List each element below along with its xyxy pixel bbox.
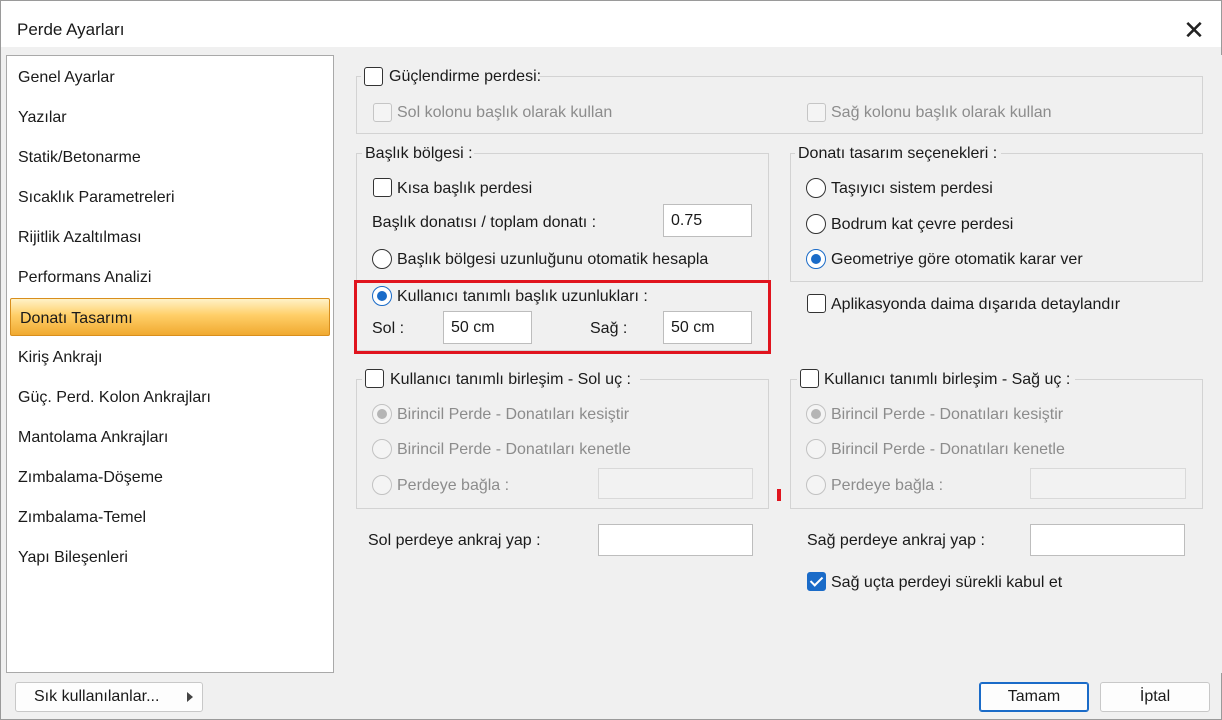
- carrier-system-label: Taşıyıcı sistem perdesi: [831, 180, 993, 197]
- short-header-checkbox[interactable]: [373, 178, 392, 197]
- right-column-header-label: Sağ kolonu başlık olarak kullan: [831, 104, 1052, 121]
- highlight-box: [354, 280, 771, 354]
- continuous-wall-label: Sağ uçta perdeyi sürekli kabul et: [831, 574, 1063, 591]
- nav-item-yazilar[interactable]: Yazılar: [7, 98, 333, 136]
- left-connect-input[interactable]: [598, 468, 753, 499]
- favorites-label: Sık kullanılanlar...: [34, 688, 160, 705]
- strengthening-label: Güçlendirme perdesi:: [389, 68, 542, 85]
- nav-item-genel-ayarlar[interactable]: Genel Ayarlar: [7, 58, 333, 96]
- right-joint-label: Kullanıcı tanımlı birleşim - Sağ uç :: [824, 371, 1071, 388]
- header-region-title: Başlık bölgesi :: [365, 145, 473, 162]
- chevron-right-icon: [187, 692, 193, 702]
- left-interlock-label: Birincil Perde - Donatıları kenetle: [397, 441, 631, 458]
- ok-button[interactable]: Tamam: [979, 682, 1089, 712]
- right-interlock-radio[interactable]: [806, 439, 826, 459]
- nav-item-sicaklik-parametreleri[interactable]: Sıcaklık Parametreleri: [7, 178, 333, 216]
- strengthening-checkbox[interactable]: [364, 67, 383, 86]
- header-ratio-input[interactable]: 0.75: [663, 204, 752, 237]
- right-connect-label: Perdeye bağla :: [831, 477, 944, 494]
- perde-ayarlari-dialog: Perde Ayarları ✕ Genel Ayarlar Yazılar S…: [0, 0, 1222, 720]
- right-intersect-radio[interactable]: [806, 404, 826, 424]
- nav-item-kiris-ankraji[interactable]: Kiriş Ankrajı: [7, 338, 333, 376]
- left-anchor-input[interactable]: [598, 524, 753, 556]
- favorites-button[interactable]: Sık kullanılanlar...: [15, 682, 203, 712]
- window-title: Perde Ayarları: [17, 20, 125, 39]
- always-outside-label: Aplikasyonda daima dışarıda detaylandır: [831, 296, 1121, 313]
- basement-wall-radio[interactable]: [806, 214, 826, 234]
- always-outside-checkbox[interactable]: [807, 294, 826, 313]
- left-column-header-checkbox[interactable]: [373, 103, 392, 122]
- right-interlock-label: Birincil Perde - Donatıları kenetle: [831, 441, 1065, 458]
- nav-item-performans-analizi[interactable]: Performans Analizi: [7, 258, 333, 296]
- design-options-title: Donatı tasarım seçenekleri :: [798, 145, 998, 162]
- left-column-header-label: Sol kolonu başlık olarak kullan: [397, 104, 613, 121]
- right-connect-radio[interactable]: [806, 475, 826, 495]
- nav-item-statik-betonarme[interactable]: Statik/Betonarme: [7, 138, 333, 176]
- auto-geometry-label: Geometriye göre otomatik karar ver: [831, 251, 1083, 268]
- left-interlock-radio[interactable]: [372, 439, 392, 459]
- left-intersect-radio[interactable]: [372, 404, 392, 424]
- right-joint-checkbox[interactable]: [800, 369, 819, 388]
- nav-item-rijitlik-azaltilmasi[interactable]: Rijitlik Azaltılması: [7, 218, 333, 256]
- left-intersect-label: Birincil Perde - Donatıları kesiştir: [397, 406, 630, 423]
- right-column-header-checkbox[interactable]: [807, 103, 826, 122]
- settings-nav: Genel Ayarlar Yazılar Statik/Betonarme S…: [6, 55, 334, 673]
- short-header-label: Kısa başlık perdesi: [397, 180, 533, 197]
- nav-item-donati-tasarimi[interactable]: Donatı Tasarımı: [10, 298, 330, 336]
- right-anchor-input[interactable]: [1030, 524, 1185, 556]
- carrier-system-radio[interactable]: [806, 178, 826, 198]
- left-connect-label: Perdeye bağla :: [397, 477, 510, 494]
- nav-item-zimbalama-temel[interactable]: Zımbalama-Temel: [7, 498, 333, 536]
- right-anchor-label: Sağ perdeye ankraj yap :: [807, 532, 985, 549]
- close-icon[interactable]: ✕: [1177, 15, 1211, 47]
- right-intersect-label: Birincil Perde - Donatıları kesiştir: [831, 406, 1064, 423]
- auto-geometry-radio[interactable]: [806, 249, 826, 269]
- continuous-wall-checkbox[interactable]: [807, 572, 826, 591]
- nav-item-mantolama-ankrajlari[interactable]: Mantolama Ankrajları: [7, 418, 333, 456]
- auto-length-radio[interactable]: [372, 249, 392, 269]
- red-marker: [777, 489, 781, 501]
- left-joint-checkbox[interactable]: [365, 369, 384, 388]
- left-joint-label: Kullanıcı tanımlı birleşim - Sol uç :: [390, 371, 631, 388]
- cancel-button[interactable]: İptal: [1100, 682, 1210, 712]
- left-anchor-label: Sol perdeye ankraj yap :: [368, 532, 541, 549]
- basement-wall-label: Bodrum kat çevre perdesi: [831, 216, 1014, 233]
- title-bar: Perde Ayarları ✕: [1, 1, 1221, 47]
- header-ratio-label: Başlık donatısı / toplam donatı :: [372, 214, 597, 231]
- nav-item-yapi-bilesenleri[interactable]: Yapı Bileşenleri: [7, 538, 333, 576]
- left-connect-radio[interactable]: [372, 475, 392, 495]
- nav-item-zimbalama-doseme[interactable]: Zımbalama-Döşeme: [7, 458, 333, 496]
- nav-item-guc-perd-kolon-ankrajlari[interactable]: Güç. Perd. Kolon Ankrajları: [7, 378, 333, 416]
- auto-length-label: Başlık bölgesi uzunluğunu otomatik hesap…: [397, 251, 709, 268]
- right-connect-input[interactable]: [1030, 468, 1186, 499]
